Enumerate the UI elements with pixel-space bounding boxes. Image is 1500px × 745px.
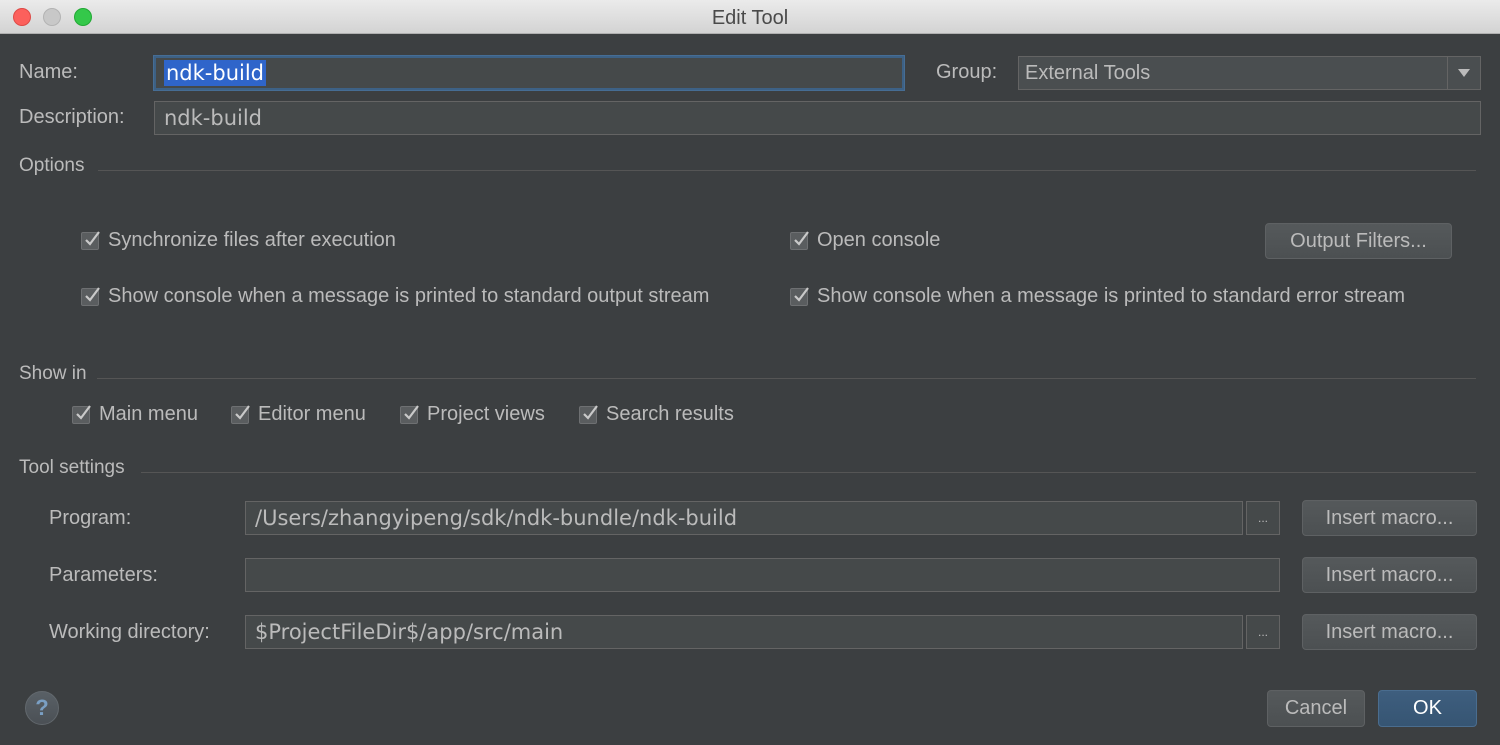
group-label: Group: <box>936 61 998 83</box>
description-value: ndk-build <box>164 106 263 130</box>
checkmark-icon <box>790 286 809 306</box>
show-in-section-title: Show in <box>19 363 87 384</box>
output-filters-button[interactable]: Output Filters... <box>1265 223 1452 259</box>
chevron-down-icon[interactable] <box>1447 57 1480 89</box>
cancel-button[interactable]: Cancel <box>1267 690 1365 727</box>
show-console-stderr-checkbox[interactable]: Show console when a message is printed t… <box>790 285 1405 308</box>
checkmark-icon <box>231 404 250 424</box>
title-bar: Edit Tool <box>0 0 1500 34</box>
options-section-title: Options <box>19 155 85 176</box>
group-combobox[interactable]: External Tools <box>1018 56 1481 90</box>
working-directory-insert-macro-button[interactable]: Insert macro... <box>1302 614 1477 650</box>
working-directory-field[interactable]: $ProjectFileDir$/app/src/main <box>245 615 1243 649</box>
window-title: Edit Tool <box>711 7 789 29</box>
show-console-stdout-checkbox[interactable]: Show console when a message is printed t… <box>81 285 709 308</box>
parameters-field[interactable] <box>245 558 1280 592</box>
working-directory-value: $ProjectFileDir$/app/src/main <box>255 620 564 644</box>
sync-files-label: Synchronize files after execution <box>108 229 396 251</box>
program-browse-button[interactable]: ... <box>1246 501 1280 535</box>
program-label: Program: <box>49 507 132 529</box>
search-results-label: Search results <box>606 403 734 425</box>
checkmark-icon <box>72 404 91 424</box>
checkmark-icon <box>81 286 100 306</box>
checkmark-icon <box>81 230 100 250</box>
checkmark-icon <box>400 404 419 424</box>
show-in-separator <box>97 378 1476 379</box>
open-console-checkbox[interactable]: Open console <box>790 229 940 252</box>
parameters-insert-macro-button[interactable]: Insert macro... <box>1302 557 1477 593</box>
checkmark-icon <box>790 230 809 250</box>
working-directory-label: Working directory: <box>49 621 210 643</box>
name-label: Name: <box>19 61 78 83</box>
project-views-label: Project views <box>427 403 545 425</box>
ok-button[interactable]: OK <box>1378 690 1477 727</box>
project-views-checkbox[interactable]: Project views <box>400 403 545 426</box>
parameters-label: Parameters: <box>49 564 158 586</box>
program-field[interactable]: /Users/zhangyipeng/sdk/ndk-bundle/ndk-bu… <box>245 501 1243 535</box>
tool-settings-section-title: Tool settings <box>19 457 125 478</box>
program-value: /Users/zhangyipeng/sdk/ndk-bundle/ndk-bu… <box>255 506 738 530</box>
show-console-stdout-label: Show console when a message is printed t… <box>108 285 710 307</box>
sync-files-checkbox[interactable]: Synchronize files after execution <box>81 229 396 252</box>
editor-menu-label: Editor menu <box>258 403 366 425</box>
editor-menu-checkbox[interactable]: Editor menu <box>231 403 366 426</box>
main-menu-checkbox[interactable]: Main menu <box>72 403 198 426</box>
main-menu-label: Main menu <box>99 403 198 425</box>
checkmark-icon <box>579 404 598 424</box>
name-field[interactable]: ndk-build <box>154 56 904 90</box>
group-value: External Tools <box>1025 61 1151 84</box>
tool-settings-separator <box>141 472 1476 473</box>
open-console-label: Open console <box>817 229 941 251</box>
program-insert-macro-button[interactable]: Insert macro... <box>1302 500 1477 536</box>
help-icon[interactable]: ? <box>25 691 59 725</box>
search-results-checkbox[interactable]: Search results <box>579 403 734 426</box>
description-label: Description: <box>19 106 125 128</box>
working-directory-browse-button[interactable]: ... <box>1246 615 1280 649</box>
name-value: ndk-build <box>164 60 267 86</box>
show-console-stderr-label: Show console when a message is printed t… <box>817 285 1406 307</box>
description-field[interactable]: ndk-build <box>154 101 1481 135</box>
options-separator <box>98 170 1476 171</box>
